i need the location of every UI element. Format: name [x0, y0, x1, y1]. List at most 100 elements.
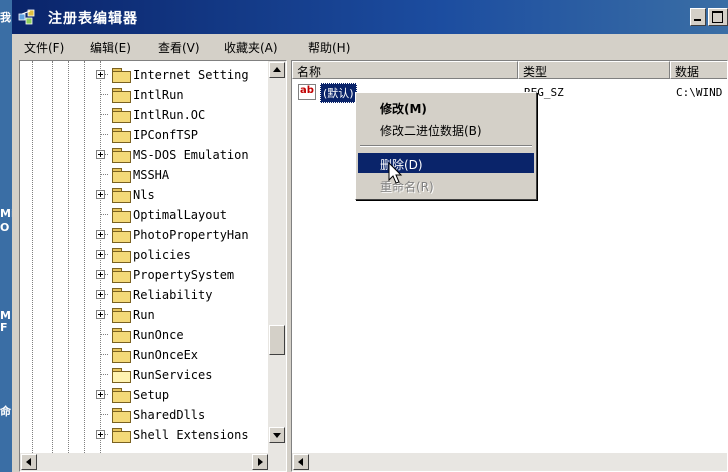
- context-modify-binary[interactable]: 修改二进位数据(B): [358, 119, 534, 139]
- title-bar[interactable]: 注册表编辑器: [12, 0, 728, 34]
- tree-item[interactable]: IntlRun.OC: [20, 105, 280, 125]
- key-tree-pane[interactable]: Internet Setting IntlRun IntlRun.OC IPConfT…: [19, 60, 287, 472]
- tree-item[interactable]: Nls: [20, 185, 280, 205]
- folder-icon: [112, 168, 131, 183]
- tree-item[interactable]: PhotoPropertyHan: [20, 225, 280, 245]
- list-horizontal-scrollbar[interactable]: [292, 453, 727, 471]
- column-header-type[interactable]: 类型: [518, 61, 670, 79]
- menu-edit[interactable]: 编辑(E): [90, 39, 131, 56]
- scroll-thumb[interactable]: [269, 325, 285, 355]
- column-header-data[interactable]: 数据: [670, 61, 727, 79]
- folder-icon: [112, 308, 131, 323]
- mouse-cursor-icon: [388, 162, 403, 184]
- minimize-button[interactable]: [690, 8, 706, 26]
- expand-icon[interactable]: [96, 250, 105, 259]
- tree-item-label: Internet Setting: [133, 68, 249, 82]
- scroll-up-button[interactable]: [269, 62, 285, 78]
- tree-horizontal-scrollbar[interactable]: [20, 453, 286, 471]
- tree-connector: [100, 94, 108, 95]
- expand-icon[interactable]: [96, 150, 105, 159]
- expand-icon[interactable]: [96, 230, 105, 239]
- window-title: 注册表编辑器: [48, 11, 138, 27]
- folder-icon: [112, 68, 131, 83]
- folder-icon: [112, 248, 131, 263]
- tree-connector: [100, 354, 108, 355]
- column-header-name[interactable]: 名称: [292, 61, 518, 79]
- tree-item-label: IPConfTSP: [133, 128, 199, 142]
- tree-item[interactable]: Shell Extensions: [20, 425, 280, 445]
- tree-connector: [100, 334, 108, 335]
- tree-item-label: Shell Extensions: [133, 428, 249, 442]
- tree-item[interactable]: SharedDlls: [20, 405, 280, 425]
- tree-item[interactable]: Reliability: [20, 285, 280, 305]
- folder-icon: [112, 388, 131, 403]
- menu-view[interactable]: 查看(V): [158, 39, 200, 56]
- folder-icon: [112, 428, 131, 443]
- expand-icon[interactable]: [96, 70, 105, 79]
- tree-item-label: policies: [133, 248, 191, 262]
- tree-item[interactable]: RunOnceEx: [20, 345, 280, 365]
- tree-connector: [100, 174, 108, 175]
- tree-item[interactable]: IPConfTSP: [20, 125, 280, 145]
- tree-item[interactable]: Setup: [20, 385, 280, 405]
- desktop-label-3: O: [0, 221, 10, 234]
- context-rename[interactable]: 重命名(R): [358, 175, 534, 195]
- tree-item[interactable]: RunOnce: [20, 325, 280, 345]
- arrow-right-icon: [258, 458, 263, 466]
- scroll-right-button[interactable]: [252, 454, 268, 470]
- tree-item-label: MS-DOS Emulation: [133, 148, 249, 162]
- scroll-down-button[interactable]: [269, 427, 285, 443]
- tree-connector: [100, 114, 108, 115]
- folder-icon: [112, 88, 131, 103]
- context-delete[interactable]: 删除(D): [358, 153, 534, 173]
- tree-connector: [100, 414, 108, 415]
- tree-item-label: PhotoPropertyHan: [133, 228, 249, 242]
- maximize-button[interactable]: [708, 8, 728, 26]
- context-menu: 修改(M) 修改二进位数据(B) 删除(D) 重命名(R): [355, 92, 537, 200]
- maximize-icon: [712, 11, 723, 23]
- menu-file[interactable]: 文件(F): [24, 39, 64, 56]
- desktop-label-5: F: [0, 321, 8, 334]
- folder-icon: [112, 228, 131, 243]
- expand-icon[interactable]: [96, 310, 105, 319]
- tree-item[interactable]: Run: [20, 305, 280, 325]
- context-modify-label: 修改(M): [380, 102, 427, 116]
- menu-favorites[interactable]: 收藏夹(A): [224, 39, 278, 56]
- expand-icon[interactable]: [96, 430, 105, 439]
- expand-icon[interactable]: [96, 290, 105, 299]
- string-value-icon: ab: [298, 84, 316, 100]
- expand-icon[interactable]: [96, 390, 105, 399]
- tree-item-label: MSSHA: [133, 168, 170, 182]
- tree-item-label: IntlRun.OC: [133, 108, 206, 122]
- tree-item[interactable]: MS-DOS Emulation: [20, 145, 280, 165]
- tree-item[interactable]: RunServices: [20, 365, 280, 385]
- folder-icon: [112, 128, 131, 143]
- open-folder-icon: [112, 368, 131, 383]
- tree-item-label: RunOnce: [133, 328, 184, 342]
- arrow-up-icon: [273, 67, 281, 72]
- context-modify[interactable]: 修改(M): [358, 97, 534, 117]
- tree-item[interactable]: MSSHA: [20, 165, 280, 185]
- tree-item[interactable]: IntlRun: [20, 85, 280, 105]
- expand-icon[interactable]: [96, 190, 105, 199]
- folder-icon: [112, 108, 131, 123]
- tree-item[interactable]: PropertySystem: [20, 265, 280, 285]
- value-data: C:\WIND: [676, 86, 723, 99]
- tree-item[interactable]: Internet Setting: [20, 65, 280, 85]
- expand-icon[interactable]: [96, 270, 105, 279]
- tree-item-label: PropertySystem: [133, 268, 235, 282]
- desktop-label-1: 我: [0, 11, 11, 24]
- folder-icon: [112, 188, 131, 203]
- tree-item[interactable]: policies: [20, 245, 280, 265]
- tree-item[interactable]: OptimalLayout: [20, 205, 280, 225]
- tree-item-label: RunOnceEx: [133, 348, 199, 362]
- menu-help[interactable]: 帮助(H): [308, 39, 350, 56]
- list-scroll-left-button[interactable]: [293, 454, 309, 470]
- folder-icon: [112, 148, 131, 163]
- tree-vertical-scrollbar[interactable]: [268, 61, 286, 453]
- folder-icon: [112, 208, 131, 223]
- tree-connector: [100, 134, 108, 135]
- tree-item-label: IntlRun: [133, 88, 184, 102]
- scroll-left-button[interactable]: [21, 454, 37, 470]
- menu-bar: 文件(F) 编辑(E) 查看(V) 收藏夹(A) 帮助(H): [12, 34, 728, 60]
